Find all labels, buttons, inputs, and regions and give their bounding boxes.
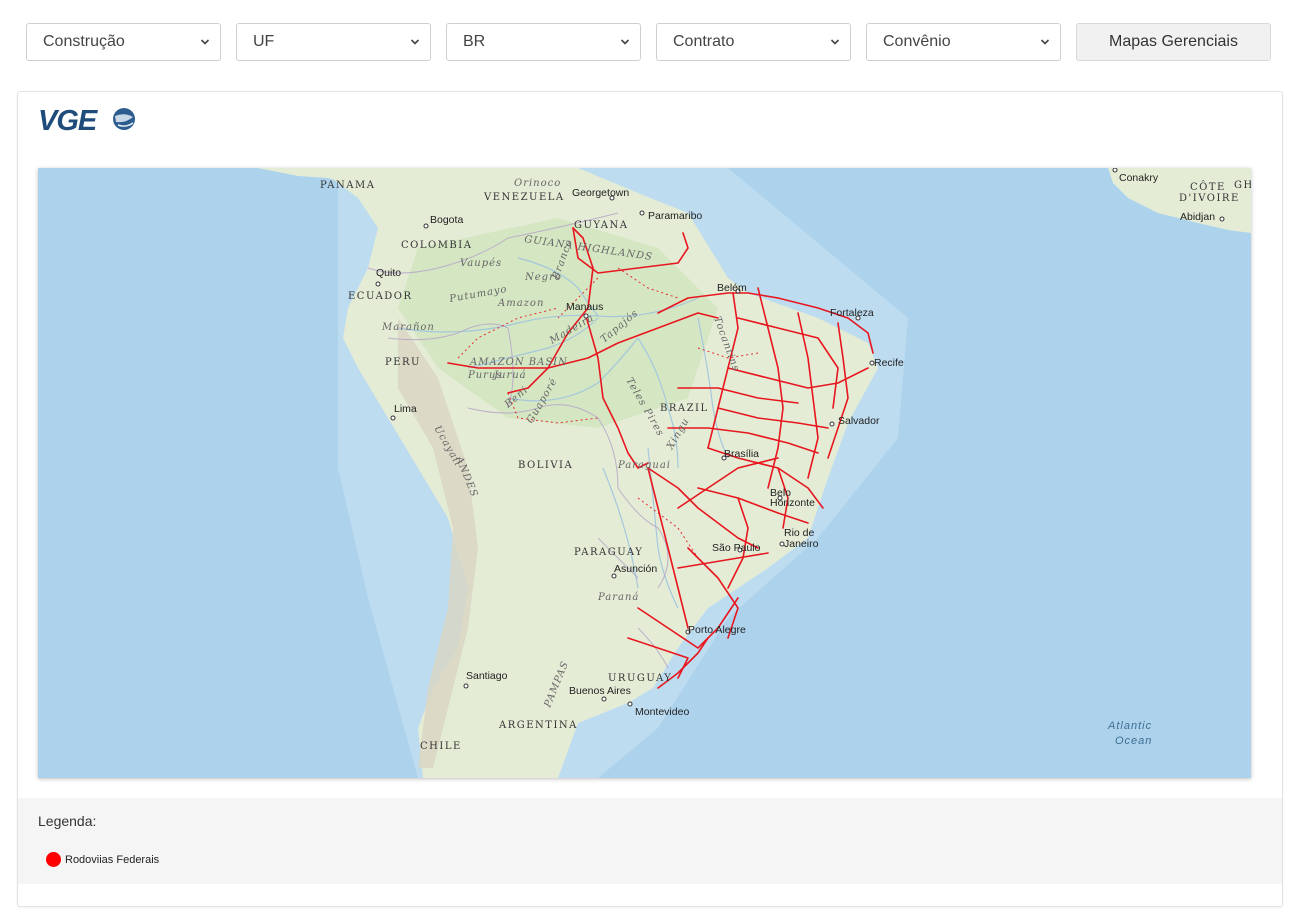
svg-text:Vaupés: Vaupés: [460, 258, 502, 269]
chevron-down-icon: [200, 39, 210, 45]
ocean-label: Ocean: [1115, 735, 1152, 747]
svg-text:Abidjan: Abidjan: [1180, 211, 1215, 223]
svg-text:Quito: Quito: [376, 267, 401, 279]
svg-text:Orinoco: Orinoco: [514, 178, 561, 189]
svg-text:Asunción: Asunción: [614, 563, 657, 575]
svg-text:Paraguai: Paraguai: [617, 460, 671, 471]
svg-text:Conakry: Conakry: [1119, 172, 1159, 184]
svg-text:D'IVOIRE: D'IVOIRE: [1179, 193, 1240, 204]
svg-text:Janeiro: Janeiro: [784, 538, 819, 550]
chevron-down-icon: [830, 39, 840, 45]
svg-text:Juruá: Juruá: [492, 370, 527, 381]
uf-select[interactable]: UF: [236, 23, 431, 61]
br-select[interactable]: BR: [446, 23, 641, 61]
svg-text:CHILE: CHILE: [420, 741, 462, 752]
svg-text:Belém: Belém: [717, 282, 747, 294]
contract-select-value: Contrato: [673, 33, 735, 50]
construction-select[interactable]: Construção: [26, 23, 221, 61]
svg-text:Lima: Lima: [394, 403, 417, 415]
svg-text:VENEZUELA: VENEZUELA: [483, 192, 565, 203]
chevron-down-icon: [1040, 39, 1050, 45]
management-maps-button[interactable]: Mapas Gerenciais: [1076, 23, 1271, 61]
map-viewport[interactable]: PANAMA VENEZUELA GUYANA COLOMBIA ECUADOR…: [38, 168, 1251, 778]
legend: Legenda: Rodoviias Federais: [18, 798, 1282, 884]
svg-text:Porto Alegre: Porto Alegre: [688, 624, 746, 636]
svg-text:Fortaleza: Fortaleza: [830, 307, 874, 319]
svg-text:Georgetown: Georgetown: [572, 187, 629, 199]
svg-text:Amazon: Amazon: [497, 298, 544, 309]
filter-bar: Construção UF BR Contrato Convênio Mapas…: [26, 23, 1271, 61]
svg-text:ARGENTINA: ARGENTINA: [498, 720, 578, 731]
svg-text:Montevideo: Montevideo: [635, 706, 689, 718]
svg-text:ECUADOR: ECUADOR: [348, 291, 413, 302]
vgeo-logo: VGE: [38, 105, 135, 136]
chevron-down-icon: [620, 39, 630, 45]
chevron-down-icon: [410, 39, 420, 45]
svg-text:Horizonte: Horizonte: [770, 497, 815, 509]
map-canvas[interactable]: PANAMA VENEZUELA GUYANA COLOMBIA ECUADOR…: [38, 168, 1251, 778]
svg-text:GUYANA: GUYANA: [574, 220, 628, 231]
svg-text:PARAGUAY: PARAGUAY: [574, 547, 643, 558]
svg-text:BRAZIL: BRAZIL: [660, 403, 709, 414]
legend-item: Rodoviias Federais: [46, 852, 159, 867]
br-select-value: BR: [463, 33, 486, 50]
legend-item-label: Rodoviias Federais: [65, 853, 160, 866]
svg-text:Salvador: Salvador: [838, 415, 880, 427]
svg-text:Manaus: Manaus: [566, 301, 603, 313]
svg-text:Paramaribo: Paramaribo: [648, 210, 702, 222]
uf-select-value: UF: [253, 33, 275, 50]
svg-text:Brasília: Brasília: [724, 448, 759, 460]
svg-text:CÔTE: CÔTE: [1190, 181, 1226, 193]
svg-text:BOLIVIA: BOLIVIA: [518, 460, 573, 471]
red-dot-icon: [46, 852, 61, 867]
legend-title: Legenda:: [38, 813, 97, 829]
construction-select-value: Construção: [43, 33, 125, 50]
map-panel: VGE PANAMA VENEZUELA GUYANA COLOMBIA ECU…: [17, 91, 1283, 907]
svg-text:Marañon: Marañon: [381, 322, 435, 333]
svg-text:PERU: PERU: [385, 357, 421, 368]
svg-text:São Paulo: São Paulo: [712, 542, 761, 554]
logo-text: VGE: [38, 105, 99, 136]
contract-select[interactable]: Contrato: [656, 23, 851, 61]
svg-text:URUGUAY: URUGUAY: [608, 673, 672, 684]
agreement-select[interactable]: Convênio: [866, 23, 1061, 61]
agreement-select-value: Convênio: [883, 33, 951, 50]
svg-text:Santiago: Santiago: [466, 670, 508, 682]
svg-text:AMAZON BASIN: AMAZON BASIN: [469, 357, 568, 368]
svg-text:GH: GH: [1234, 180, 1251, 191]
svg-text:Buenos Aires: Buenos Aires: [569, 685, 631, 697]
svg-text:Recife: Recife: [874, 357, 904, 369]
svg-text:Paraná: Paraná: [597, 592, 639, 603]
svg-text:Bogota: Bogota: [430, 214, 463, 226]
svg-text:PANAMA: PANAMA: [320, 180, 375, 191]
svg-text:COLOMBIA: COLOMBIA: [401, 240, 472, 251]
ocean-label: Atlantic: [1107, 720, 1152, 732]
